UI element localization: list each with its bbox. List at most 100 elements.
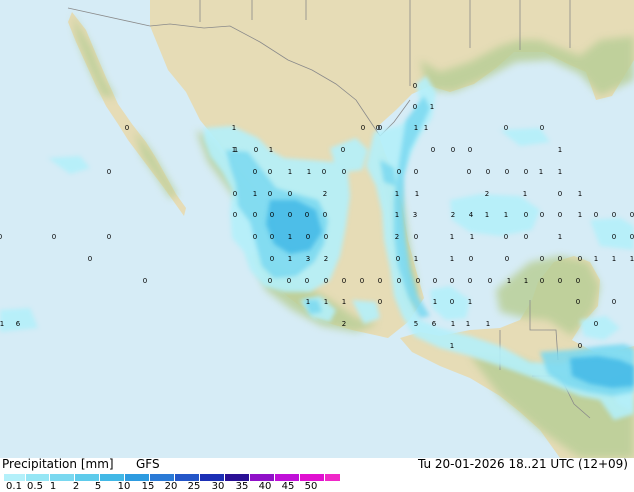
precip-value-label: 1 xyxy=(306,298,310,306)
precip-value-label: 1 xyxy=(0,320,4,328)
precip-value-label: 0 xyxy=(594,320,598,328)
precip-value-label: 3 xyxy=(413,211,417,219)
precip-value-label: 0 xyxy=(612,298,616,306)
precip-value-label: 0 xyxy=(341,146,345,154)
precip-value-label: 0 xyxy=(342,168,346,176)
precip-value-label: 1 xyxy=(485,211,489,219)
precip-value-label: 1 xyxy=(232,124,236,132)
precip-value-label: 1 xyxy=(430,103,434,111)
precip-value-label: 1 xyxy=(433,298,437,306)
precip-value-label: 0 xyxy=(125,124,129,132)
precip-value-label: 0 xyxy=(488,277,492,285)
scale-tick-label: 1 xyxy=(49,481,57,492)
color-scale xyxy=(4,474,341,481)
scale-swatch xyxy=(100,474,125,481)
precip-value-label: 0 xyxy=(630,233,634,241)
scale-tick-label: 15 xyxy=(141,481,155,492)
precip-value-label: 2 xyxy=(485,190,489,198)
precip-value-label: 1 xyxy=(234,146,238,154)
precip-value-label: 0 xyxy=(540,255,544,263)
precip-value-label: 1 xyxy=(558,233,562,241)
precip-value-label: 1 xyxy=(414,255,418,263)
forecast-datetime: Tu 20-01-2026 18..21 UTC (12+09) xyxy=(417,457,628,471)
precip-value-label: 0 xyxy=(378,277,382,285)
precip-value-label: 0 xyxy=(288,211,292,219)
precip-value-label: 0 xyxy=(306,233,310,241)
precip-value-label: 1 xyxy=(451,320,455,328)
precip-value-label: 0 xyxy=(540,124,544,132)
precip-value-label: 1 xyxy=(424,124,428,132)
precip-value-label: 0 xyxy=(451,146,455,154)
precip-value-label: 1 xyxy=(253,190,257,198)
precip-value-label: 0 xyxy=(268,168,272,176)
precip-value-label: 0 xyxy=(558,190,562,198)
scale-tick-label: 0.1 xyxy=(6,481,22,492)
scale-tick-label: 40 xyxy=(258,481,272,492)
precip-value-label: 2 xyxy=(342,320,346,328)
precip-value-label: 1 xyxy=(395,211,399,219)
precip-value-label: 0 xyxy=(414,168,418,176)
precip-value-label: 1 xyxy=(523,190,527,198)
precip-value-label: 1 xyxy=(307,168,311,176)
precip-value-label: 1 xyxy=(288,255,292,263)
precip-value-label: 0 xyxy=(468,146,472,154)
precip-value-label: 1 xyxy=(288,168,292,176)
precip-value-label: 0 xyxy=(524,211,528,219)
scale-tick-label: 2 xyxy=(72,481,80,492)
precip-value-label: 6 xyxy=(16,320,21,328)
precip-value-label: 0 xyxy=(433,277,437,285)
precip-value-label: 0 xyxy=(0,233,2,241)
precip-value-label: 0 xyxy=(450,277,454,285)
precip-value-label: 0 xyxy=(396,255,400,263)
precip-value-label: 0 xyxy=(268,190,272,198)
precip-value-label: 1 xyxy=(630,255,634,263)
precip-value-label: 0 xyxy=(558,277,562,285)
precip-value-label: 1 xyxy=(288,233,292,241)
precip-value-label: 2 xyxy=(451,211,455,219)
scale-tick-label: 35 xyxy=(235,481,249,492)
precip-value-label: 0 xyxy=(253,168,257,176)
precip-value-label: 0 xyxy=(397,168,401,176)
precip-value-label: 0 xyxy=(305,277,309,285)
precip-value-label: 0 xyxy=(578,342,582,350)
scale-swatch xyxy=(200,474,225,481)
precip-value-label: 0 xyxy=(558,211,562,219)
scale-swatch xyxy=(4,474,26,481)
scale-tick-label: 45 xyxy=(281,481,295,492)
precip-value-label: 0 xyxy=(360,277,364,285)
precip-value-label: 1 xyxy=(450,233,454,241)
legend-title: Precipitation [mm] xyxy=(2,457,114,471)
precip-value-label: 2 xyxy=(395,233,399,241)
precip-value-label: 0 xyxy=(143,277,147,285)
scale-swatch xyxy=(75,474,100,481)
precip-value-label: 0 xyxy=(378,298,382,306)
precip-value-label: 0 xyxy=(578,255,582,263)
precip-value-label: 0 xyxy=(287,277,291,285)
precip-value-label: 0 xyxy=(270,255,274,263)
precip-value-label: 0 xyxy=(467,168,471,176)
precip-value-label: 1 xyxy=(468,298,472,306)
precip-value-label: 1 xyxy=(507,277,511,285)
scale-swatch xyxy=(325,474,341,481)
precip-value-label: 0 xyxy=(233,190,237,198)
precip-value-label: 0 xyxy=(504,124,508,132)
precip-value-label: 0 xyxy=(270,211,274,219)
precip-value-label: 0 xyxy=(233,211,237,219)
precip-value-label: 1 xyxy=(415,190,419,198)
scale-swatch xyxy=(50,474,75,481)
precip-value-label: 0 xyxy=(414,233,418,241)
scale-tick-label: 25 xyxy=(187,481,201,492)
precip-value-label: 2 xyxy=(324,255,328,263)
precip-value-label: 0 xyxy=(540,211,544,219)
precip-value-label: 0 xyxy=(413,82,417,90)
precip-value-label: 1 xyxy=(558,146,562,154)
scale-swatch xyxy=(125,474,150,481)
precip-value-label: 0 xyxy=(254,146,258,154)
precip-value-label: 0 xyxy=(450,298,454,306)
precip-value-label: 0 xyxy=(322,168,326,176)
precip-value-label: 0 xyxy=(505,168,509,176)
scale-swatch xyxy=(225,474,250,481)
precip-value-label: 0 xyxy=(486,168,490,176)
scale-swatch xyxy=(250,474,275,481)
precip-value-label: 0 xyxy=(342,277,346,285)
